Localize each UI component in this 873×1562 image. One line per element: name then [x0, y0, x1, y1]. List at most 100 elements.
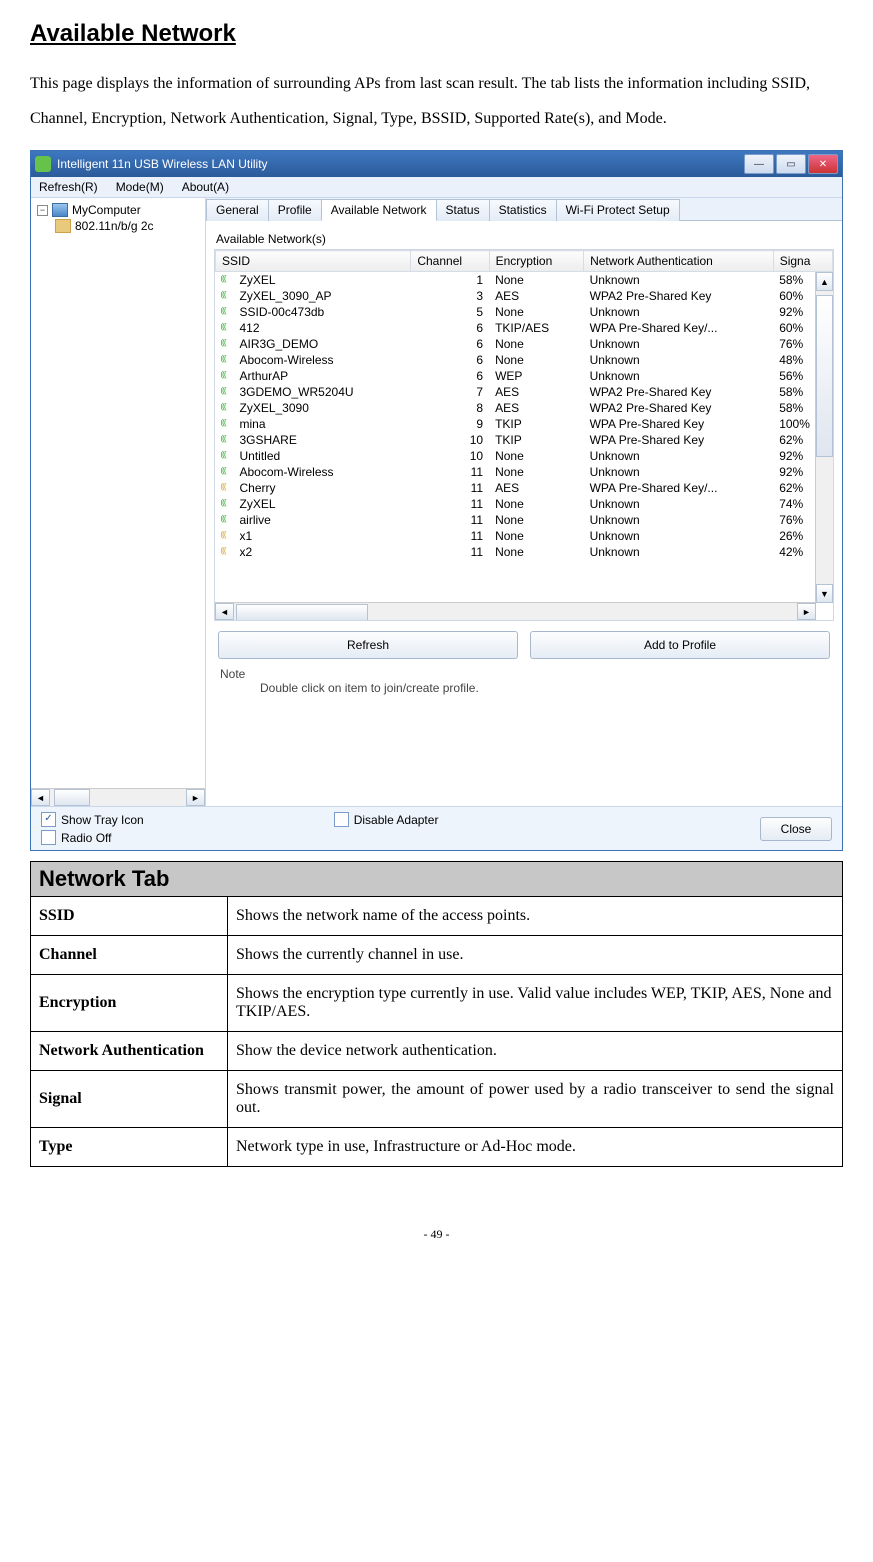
signal-icon	[222, 531, 236, 542]
network-row[interactable]: Untitled10NoneUnknown92%	[216, 448, 833, 464]
desc-key: Type	[31, 1128, 228, 1167]
close-button[interactable]: Close	[760, 817, 832, 841]
add-to-profile-button[interactable]: Add to Profile	[530, 631, 830, 659]
ssid-label: ZyXEL_3090	[240, 401, 309, 415]
tab-status[interactable]: Status	[436, 199, 490, 221]
show-tray-checkbox[interactable]: ✓ Show Tray Icon	[41, 812, 144, 827]
tab-wi-fi-protect-setup[interactable]: Wi-Fi Protect Setup	[556, 199, 680, 221]
signal-icon	[222, 547, 236, 558]
vertical-scrollbar[interactable]: ▲ ▼	[815, 272, 833, 603]
cell-auth: WPA Pre-Shared Key	[584, 416, 774, 432]
tab-profile[interactable]: Profile	[268, 199, 322, 221]
cell-auth: Unknown	[584, 464, 774, 480]
app-window: Intelligent 11n USB Wireless LAN Utility…	[30, 150, 843, 851]
disable-adapter-label: Disable Adapter	[354, 813, 439, 827]
network-row[interactable]: Cherry11AESWPA Pre-Shared Key/...62%	[216, 480, 833, 496]
cell-enc: TKIP	[489, 432, 584, 448]
cell-auth: Unknown	[584, 544, 774, 560]
window-title: Intelligent 11n USB Wireless LAN Utility	[57, 157, 744, 171]
cell-enc: None	[489, 528, 584, 544]
desc-key: Encryption	[31, 975, 228, 1032]
network-row[interactable]: ZyXEL11NoneUnknown74%	[216, 496, 833, 512]
network-row[interactable]: Abocom-Wireless11NoneUnknown92%	[216, 464, 833, 480]
show-tray-label: Show Tray Icon	[61, 813, 144, 827]
cell-auth: Unknown	[584, 272, 774, 289]
tab-available-network[interactable]: Available Network	[321, 199, 437, 221]
scroll-up-icon[interactable]: ▲	[816, 272, 833, 291]
tree-child-node[interactable]: 802.11n/b/g 2c	[33, 218, 203, 234]
network-row[interactable]: Abocom-Wireless6NoneUnknown48%	[216, 352, 833, 368]
menu-mode[interactable]: Mode(M)	[116, 180, 164, 194]
scroll-thumb[interactable]	[816, 295, 833, 457]
checkbox-icon	[41, 830, 56, 845]
column-header[interactable]: Network Authentication	[584, 251, 774, 272]
signal-icon	[222, 451, 236, 462]
tab-general[interactable]: General	[206, 199, 269, 221]
ssid-label: x1	[240, 529, 253, 543]
network-row[interactable]: x111NoneUnknown26%	[216, 528, 833, 544]
cell-channel: 11	[411, 464, 489, 480]
column-header[interactable]: Signa	[773, 251, 832, 272]
maximize-button[interactable]: ▭	[776, 154, 806, 174]
signal-icon	[222, 467, 236, 478]
network-row[interactable]: ArthurAP6WEPUnknown56%	[216, 368, 833, 384]
scroll-thumb[interactable]	[54, 789, 90, 806]
ssid-label: ZyXEL_3090_AP	[240, 289, 332, 303]
computer-icon	[52, 203, 68, 217]
titlebar: Intelligent 11n USB Wireless LAN Utility…	[31, 151, 842, 177]
cell-enc: None	[489, 272, 584, 289]
tree-root-node[interactable]: − MyComputer	[33, 202, 203, 218]
cell-auth: Unknown	[584, 496, 774, 512]
horizontal-scrollbar[interactable]: ◄ ►	[215, 602, 816, 620]
network-row[interactable]: AIR3G_DEMO6NoneUnknown76%	[216, 336, 833, 352]
cell-auth: WPA2 Pre-Shared Key	[584, 384, 774, 400]
tree-root-label: MyComputer	[72, 203, 141, 217]
network-table-container: SSIDChannelEncryptionNetwork Authenticat…	[214, 249, 834, 621]
scroll-left-icon[interactable]: ◄	[31, 789, 50, 806]
network-row[interactable]: x211NoneUnknown42%	[216, 544, 833, 560]
scroll-left-icon[interactable]: ◄	[215, 603, 234, 620]
refresh-button[interactable]: Refresh	[218, 631, 518, 659]
cell-enc: None	[489, 352, 584, 368]
minimize-button[interactable]: —	[744, 154, 774, 174]
network-row[interactable]: 3GSHARE10TKIPWPA Pre-Shared Key62%	[216, 432, 833, 448]
cell-channel: 11	[411, 528, 489, 544]
cell-channel: 6	[411, 352, 489, 368]
network-row[interactable]: ZyXEL_30908AESWPA2 Pre-Shared Key58%	[216, 400, 833, 416]
signal-icon	[222, 339, 236, 350]
desc-key: SSID	[31, 897, 228, 936]
cell-auth: Unknown	[584, 448, 774, 464]
ssid-label: ZyXEL	[240, 273, 276, 287]
radio-off-checkbox[interactable]: Radio Off	[41, 830, 144, 845]
close-window-button[interactable]: ✕	[808, 154, 838, 174]
network-row[interactable]: ZyXEL1NoneUnknown58%	[216, 272, 833, 289]
network-row[interactable]: 3GDEMO_WR5204U7AESWPA2 Pre-Shared Key58%	[216, 384, 833, 400]
column-header[interactable]: Channel	[411, 251, 489, 272]
ssid-label: SSID-00c473db	[240, 305, 325, 319]
scroll-thumb[interactable]	[236, 604, 368, 621]
cell-auth: WPA Pre-Shared Key	[584, 432, 774, 448]
scroll-right-icon[interactable]: ►	[797, 603, 816, 620]
scroll-right-icon[interactable]: ►	[186, 789, 205, 806]
network-row[interactable]: airlive11NoneUnknown76%	[216, 512, 833, 528]
signal-icon	[222, 419, 236, 430]
disable-adapter-checkbox[interactable]: Disable Adapter	[334, 812, 439, 827]
tree-horizontal-scrollbar[interactable]: ◄ ►	[31, 788, 205, 806]
network-row[interactable]: ZyXEL_3090_AP3AESWPA2 Pre-Shared Key60%	[216, 288, 833, 304]
tree-collapse-icon[interactable]: −	[37, 205, 48, 216]
tab-statistics[interactable]: Statistics	[489, 199, 557, 221]
network-row[interactable]: mina9TKIPWPA Pre-Shared Key100%	[216, 416, 833, 432]
column-header[interactable]: Encryption	[489, 251, 584, 272]
signal-icon	[222, 483, 236, 494]
desc-table-header: Network Tab	[31, 862, 843, 897]
menu-about[interactable]: About(A)	[182, 180, 229, 194]
cell-auth: WPA Pre-Shared Key/...	[584, 480, 774, 496]
desc-value: Shows the network name of the access poi…	[228, 897, 843, 936]
signal-icon	[222, 323, 236, 334]
column-header[interactable]: SSID	[216, 251, 411, 272]
scroll-down-icon[interactable]: ▼	[816, 584, 833, 603]
network-row[interactable]: SSID-00c473db5NoneUnknown92%	[216, 304, 833, 320]
network-row[interactable]: 4126TKIP/AESWPA Pre-Shared Key/...60%	[216, 320, 833, 336]
section-heading: Available Network	[30, 20, 843, 48]
menu-refresh[interactable]: Refresh(R)	[39, 180, 98, 194]
